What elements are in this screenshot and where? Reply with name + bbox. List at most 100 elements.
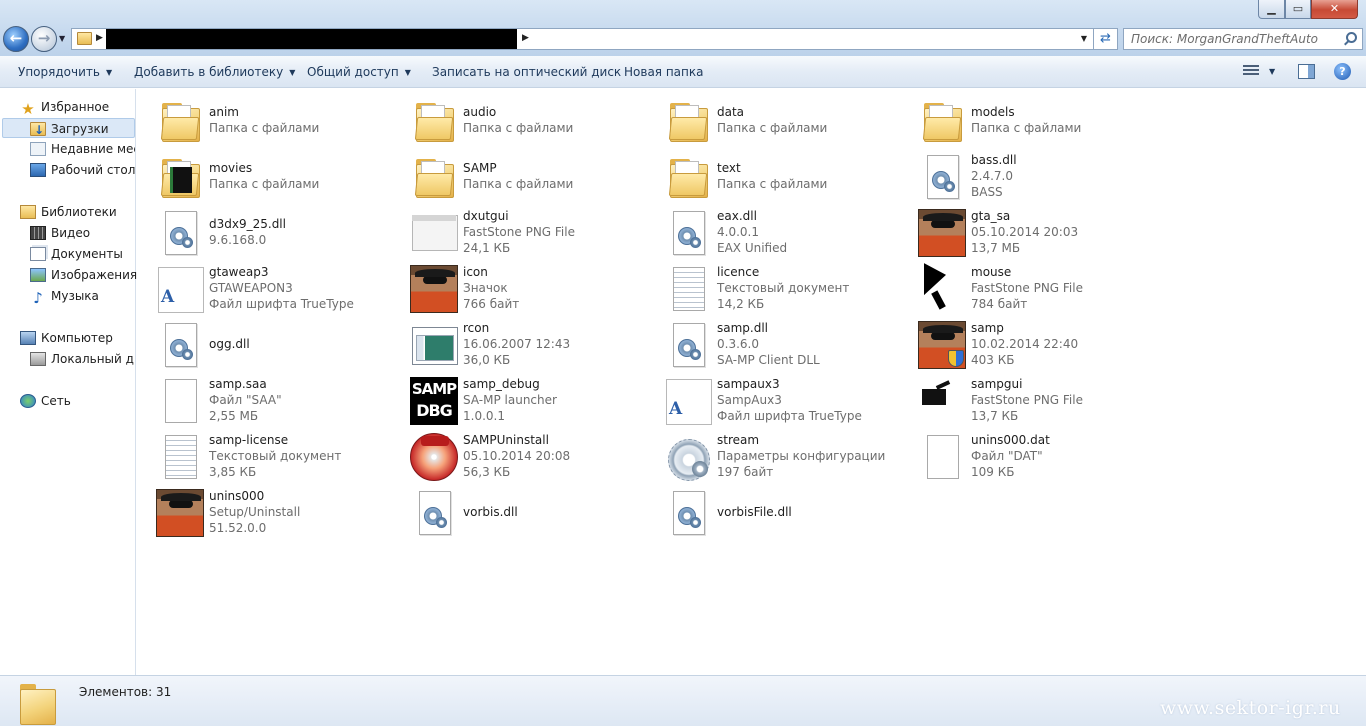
file-name: rcon [463, 321, 490, 335]
forward-button[interactable]: → [31, 26, 57, 52]
file-item[interactable]: samp.saa Файл "SAA" 2,55 МБ [156, 375, 406, 427]
gta-sa-exe-icon [918, 209, 966, 257]
text-document-icon [156, 433, 204, 481]
nav-downloads[interactable]: Загрузки [2, 118, 135, 138]
file-item[interactable]: samp 10.02.2014 22:40 403 КБ [918, 319, 1168, 371]
breadcrumb-arrow-icon[interactable]: ▶ [96, 33, 103, 43]
new-folder-button[interactable]: Новая папка [624, 65, 703, 79]
file-detail: 51.52.0.0 [209, 521, 267, 535]
nav-network[interactable]: Сеть [20, 391, 71, 411]
file-detail: Параметры конфигурации [717, 449, 886, 463]
file-detail: Файл "DAT" [971, 449, 1043, 463]
file-item[interactable]: mouse FastStone PNG File 784 байт [918, 263, 1168, 315]
file-item[interactable]: bass.dll 2.4.7.0 BASS [918, 151, 1168, 203]
refresh-button[interactable]: ⇄ [1094, 28, 1118, 50]
nav-recent[interactable]: Недавние места [30, 139, 135, 159]
search-input[interactable]: Поиск: MorganGrandTheftAuto [1123, 28, 1363, 50]
file-detail: Setup/Uninstall [209, 505, 301, 519]
file-item[interactable]: text Папка с файлами [664, 151, 914, 203]
file-detail: Папка с файлами [971, 121, 1082, 135]
gta-icon-file-icon [410, 265, 458, 313]
file-name: stream [717, 433, 760, 447]
nav-documents[interactable]: Документы [30, 244, 123, 264]
file-detail: 56,3 КБ [463, 465, 511, 479]
file-item[interactable]: Agtaweap3 GTAWEAPON3 Файл шрифта TrueType [156, 263, 406, 315]
preview-pane-icon[interactable] [1298, 64, 1315, 79]
file-detail: SampAux3 [717, 393, 782, 407]
file-item[interactable]: unins000.dat Файл "DAT" 109 КБ [918, 431, 1168, 483]
file-item[interactable]: licence Текстовый документ 14,2 КБ [664, 263, 914, 315]
nav-libraries[interactable]: Библиотеки [20, 202, 117, 222]
file-name: bass.dll [971, 153, 1017, 167]
file-detail: Файл шрифта TrueType [717, 409, 862, 423]
file-detail: 197 байт [717, 465, 774, 479]
file-item[interactable]: eax.dll 4.0.0.1 EAX Unified [664, 207, 914, 259]
search-icon[interactable] [1346, 32, 1357, 43]
uninstall-disc-icon [410, 433, 458, 481]
minimize-button[interactable]: ▁ [1258, 0, 1285, 19]
refresh-icon: ⇄ [1100, 31, 1111, 46]
recent-pages-dropdown[interactable]: ▼ [59, 34, 65, 43]
file-item[interactable]: SAMPUninstall 05.10.2014 20:08 56,3 КБ [410, 431, 660, 483]
nav-local-disk[interactable]: Локальный диск (C:) [30, 349, 135, 369]
file-item[interactable]: SAMP Папка с файлами [410, 151, 660, 203]
file-item[interactable]: vorbis.dll [410, 487, 660, 539]
file-detail: 109 КБ [971, 465, 1015, 479]
file-item[interactable]: icon Значок 766 байт [410, 263, 660, 315]
file-name: eax.dll [717, 209, 757, 223]
file-item[interactable]: movies Папка с файлами [156, 151, 406, 203]
png-image-icon [410, 209, 458, 257]
file-item[interactable]: stream Параметры конфигурации 197 байт [664, 431, 914, 483]
file-item[interactable]: unins000 Setup/Uninstall 51.52.0.0 [156, 487, 406, 539]
file-detail: Значок [463, 281, 508, 295]
address-dropdown-icon[interactable]: ▼ [1081, 34, 1087, 43]
share-label: Общий доступ [307, 65, 399, 79]
file-item[interactable]: gta_sa 05.10.2014 20:03 13,7 МБ [918, 207, 1168, 259]
file-item[interactable]: rcon 16.06.2007 12:43 36,0 КБ [410, 319, 660, 371]
change-view-icon[interactable] [1243, 65, 1259, 78]
nav-pictures[interactable]: Изображения [30, 265, 137, 285]
close-button[interactable]: ✕ [1311, 0, 1358, 19]
file-item[interactable]: dxutgui FastStone PNG File 24,1 КБ [410, 207, 660, 259]
file-item[interactable]: vorbisFile.dll [664, 487, 914, 539]
file-name: models [971, 105, 1015, 119]
folder-icon [156, 97, 204, 145]
maximize-button[interactable]: ▭ [1285, 0, 1311, 19]
video-folder-icon [156, 153, 204, 201]
navigation-pane: ★ Избранное Загрузки Недавние места Рабоч… [0, 89, 137, 675]
add-to-library-menu[interactable]: Добавить в библиотеку ▼ [134, 65, 295, 79]
file-item[interactable]: d3dx9_25.dll 9.6.168.0 [156, 207, 406, 259]
file-item[interactable]: models Папка с файлами [918, 95, 1168, 147]
back-button[interactable]: ← [3, 26, 29, 52]
nav-video[interactable]: Видео [30, 223, 90, 243]
nav-favorites[interactable]: ★ Избранное [20, 97, 109, 117]
nav-desktop[interactable]: Рабочий стол [30, 160, 135, 180]
file-item[interactable]: data Папка с файлами [664, 95, 914, 147]
file-item[interactable]: SAMP DBG samp_debug SA-MP launcher 1.0.0.1 [410, 375, 660, 427]
file-item[interactable]: ogg.dll [156, 319, 406, 371]
font-icon: A [156, 265, 204, 313]
help-icon[interactable]: ? [1334, 63, 1351, 80]
breadcrumb-arrow-icon[interactable]: ▶ [522, 33, 529, 43]
file-item[interactable]: audio Папка с файлами [410, 95, 660, 147]
file-item[interactable]: sampgui FastStone PNG File 13,7 КБ [918, 375, 1168, 427]
file-item[interactable]: anim Папка с файлами [156, 95, 406, 147]
network-icon [20, 394, 36, 408]
organize-menu[interactable]: Упорядочить ▼ [18, 65, 112, 79]
file-detail: 10.02.2014 22:40 [971, 337, 1079, 351]
nav-computer[interactable]: Компьютер [20, 328, 113, 348]
chevron-down-icon[interactable]: ▼ [1269, 67, 1275, 76]
star-icon: ★ [21, 100, 35, 117]
file-detail: Текстовый документ [209, 449, 342, 463]
file-item[interactable]: Asampaux3 SampAux3 Файл шрифта TrueType [664, 375, 914, 427]
nav-music[interactable]: ♪ Музыка [30, 286, 99, 306]
text-document-icon [664, 265, 712, 313]
share-menu[interactable]: Общий доступ ▼ [307, 65, 411, 79]
file-item[interactable]: samp.dll 0.3.6.0 SA-MP Client DLL [664, 319, 914, 371]
file-name: dxutgui [463, 209, 509, 223]
burn-button[interactable]: Записать на оптический диск [432, 65, 621, 79]
file-item[interactable]: samp-license Текстовый документ 3,85 КБ [156, 431, 406, 483]
file-name: samp.saa [209, 377, 267, 391]
file-name: unins000 [209, 489, 265, 503]
address-bar[interactable]: ▶ ▶ ▼ [71, 28, 1094, 50]
